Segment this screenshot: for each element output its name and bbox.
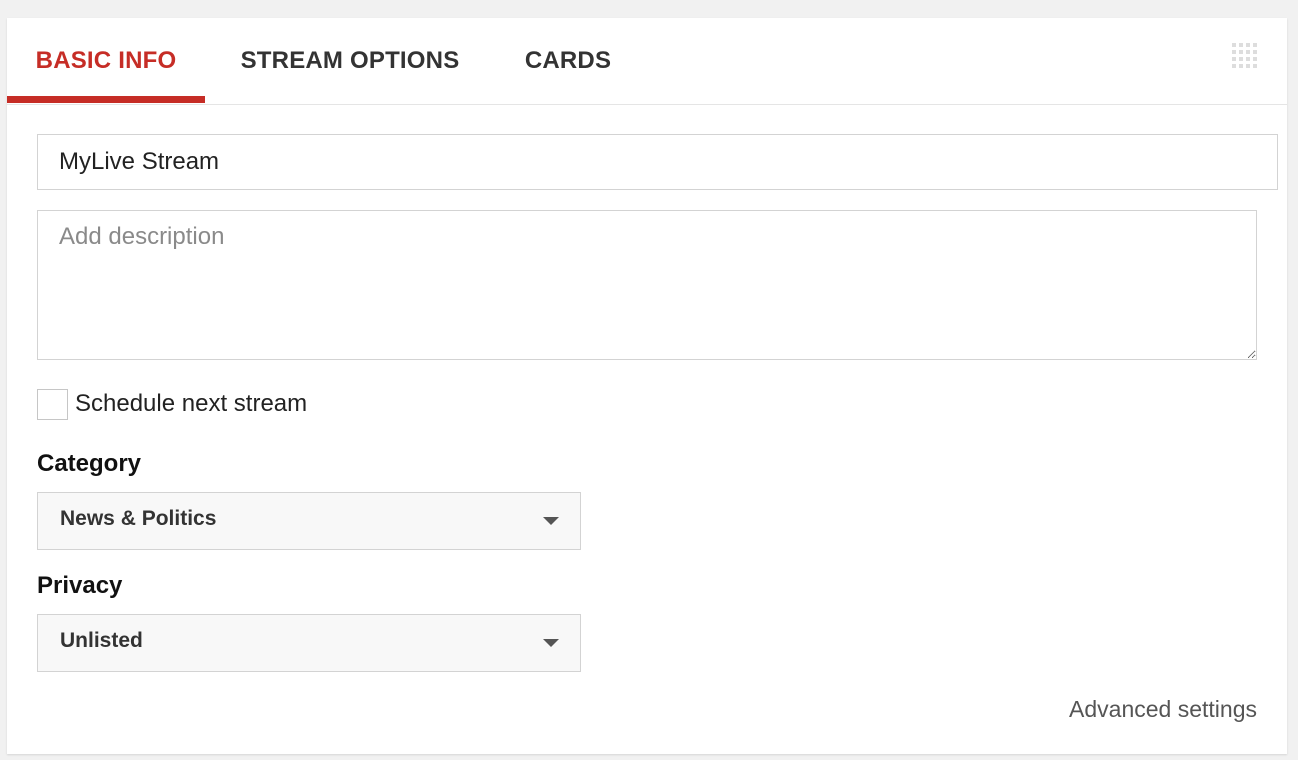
description-textarea[interactable]	[37, 210, 1257, 360]
advanced-settings-link[interactable]: Advanced settings	[1069, 696, 1257, 723]
privacy-label: Privacy	[37, 572, 123, 599]
caret-down-icon	[543, 517, 559, 525]
schedule-next-stream-checkbox[interactable]	[37, 389, 68, 420]
privacy-select[interactable]: Unlisted	[37, 614, 581, 672]
grip-dots-icon[interactable]	[1232, 43, 1260, 71]
title-input[interactable]	[37, 134, 1278, 190]
tab-bar: BASIC INFO STREAM OPTIONS CARDS	[7, 18, 1287, 105]
category-label: Category	[37, 450, 142, 477]
schedule-next-stream-label[interactable]: Schedule next stream	[75, 390, 307, 418]
caret-down-icon	[543, 639, 559, 647]
tab-stream-options[interactable]: STREAM OPTIONS	[205, 18, 495, 104]
tab-cards[interactable]: CARDS	[495, 18, 641, 104]
privacy-selected-value: Unlisted	[60, 629, 143, 652]
category-select[interactable]: News & Politics	[37, 492, 581, 550]
category-selected-value: News & Politics	[60, 507, 217, 530]
active-tab-indicator	[7, 96, 205, 103]
tab-basic-info[interactable]: BASIC INFO	[7, 18, 205, 104]
stream-info-card: BASIC INFO STREAM OPTIONS CARDS Schedule…	[7, 18, 1287, 754]
